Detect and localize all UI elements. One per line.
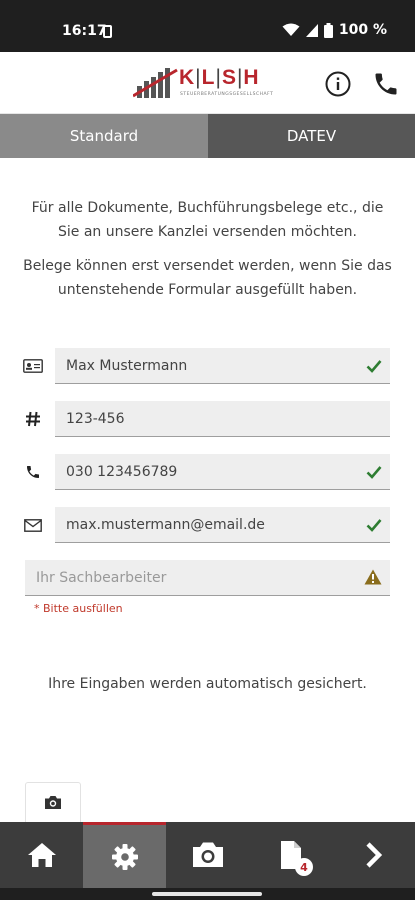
documents-count-badge: 4 [295, 858, 313, 876]
phone-icon [22, 463, 44, 481]
client-number-input[interactable]: 123-456 [55, 401, 390, 437]
intro-paragraph-1: Für alle Dokumente, Buchführungsbelege e… [31, 200, 384, 240]
mail-icon [22, 516, 44, 534]
gear-icon [111, 843, 138, 870]
camera-icon [45, 796, 61, 809]
logo-subtitle: STEUERBERATUNGSGESELLSCHAFT [180, 92, 274, 97]
hash-icon [22, 410, 44, 428]
info-button[interactable] [324, 70, 352, 98]
bottom-navigation: 4 [0, 822, 415, 888]
phone-icon [375, 73, 397, 95]
nav-camera[interactable] [166, 822, 249, 888]
sim-icon [103, 25, 112, 38]
clerk-error-message: * Bitte ausfüllen [34, 602, 123, 615]
check-icon [366, 360, 382, 373]
nav-settings[interactable] [83, 822, 166, 888]
email-field-row: max.mustermann@email.de [22, 507, 392, 543]
app-header: K|L|S|H STEUERBERATUNGSGESELLSCHAFT [0, 52, 415, 114]
name-field-row: Max Mustermann [22, 348, 392, 384]
camera-icon [192, 842, 223, 867]
tab-standard[interactable]: Standard [0, 114, 208, 158]
status-bar: 16:17 100 % [0, 0, 415, 52]
home-indicator[interactable] [152, 892, 262, 896]
nav-home[interactable] [0, 822, 83, 888]
battery-percent: 100 % [338, 22, 387, 38]
signal-icon [305, 23, 318, 37]
client-number-field-row: 123-456 [22, 401, 392, 437]
nav-documents[interactable]: 4 [249, 822, 332, 888]
home-icon [27, 843, 56, 867]
tab-bar: Standard DATEV [0, 114, 415, 158]
phone-input[interactable]: 030 123456789 [55, 454, 390, 490]
info-icon [325, 71, 351, 97]
clerk-field-row: Ihr Sachbearbeiter [22, 560, 392, 596]
call-button[interactable] [372, 70, 400, 98]
camera-shortcut-button[interactable] [25, 782, 81, 822]
warning-icon [364, 569, 382, 585]
status-time: 16:17 [62, 23, 107, 39]
name-input[interactable]: Max Mustermann [55, 348, 390, 384]
tab-datev[interactable]: DATEV [208, 114, 415, 158]
phone-field-row: 030 123456789 [22, 454, 392, 490]
id-card-icon [22, 357, 44, 375]
email-input[interactable]: max.mustermann@email.de [55, 507, 390, 543]
autosave-note: Ihre Eingaben werden automatisch gesiche… [48, 676, 367, 692]
klsh-logo: K|L|S|H STEUERBERATUNGSGESELLSCHAFT [133, 64, 283, 104]
check-icon [366, 466, 382, 479]
battery-icon [323, 22, 333, 38]
status-icons: 100 % [282, 22, 387, 38]
wifi-icon [282, 23, 300, 36]
intro-paragraph-2: Belege können erst versendet werden, wen… [23, 258, 392, 298]
clerk-input[interactable]: Ihr Sachbearbeiter [25, 560, 390, 596]
check-icon [366, 519, 382, 532]
logo-wordmark: K|L|S|H [179, 66, 260, 89]
nav-next[interactable] [332, 822, 415, 888]
intro-text: Für alle Dokumente, Buchführungsbelege e… [20, 196, 395, 312]
chevron-right-icon [365, 842, 382, 868]
logo-bars-icon [133, 68, 178, 98]
